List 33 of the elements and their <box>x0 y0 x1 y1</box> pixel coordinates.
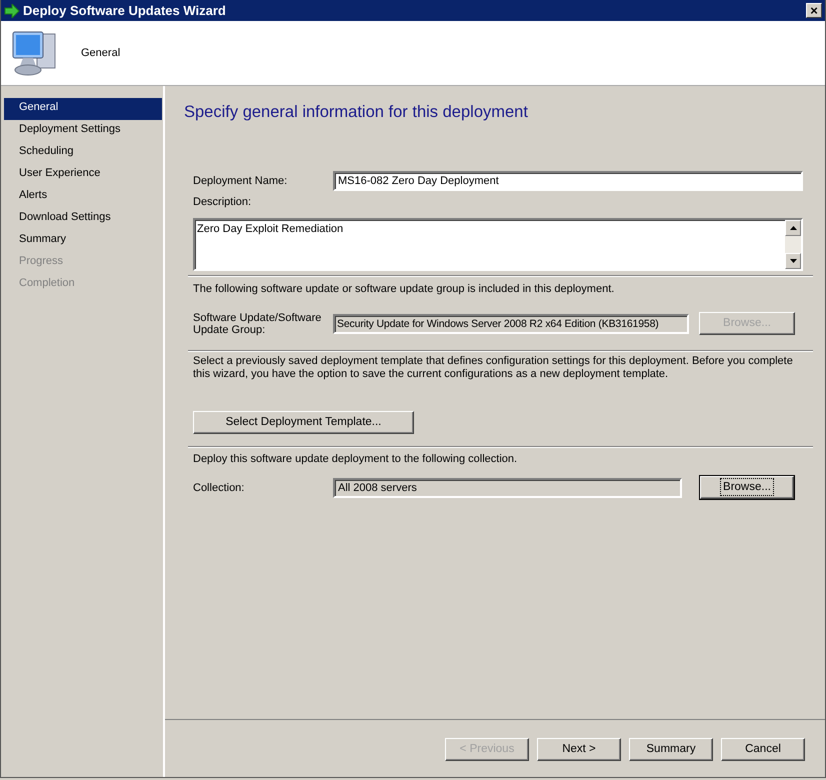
sidebar-item[interactable]: General <box>4 98 162 120</box>
close-button[interactable]: × <box>806 3 822 18</box>
note-text: Select a previously saved deployment template that defines configuration settings for this deployment. Before you complete this wizard, you have the option to save the current configurations as a new deployment template. <box>192 354 794 381</box>
field-label: Deployment Name: <box>193 174 288 188</box>
cancel-button[interactable]: Cancel <box>721 738 805 761</box>
field-label: Software Update/Software Update Group: <box>193 312 322 336</box>
read-only-field: All 2008 servers <box>333 478 682 498</box>
field-label: Collection: <box>193 480 246 496</box>
scroll-down-button[interactable] <box>785 253 801 270</box>
scrollbar[interactable] <box>785 220 801 270</box>
down-arrow-icon <box>790 259 796 264</box>
note-text: Deploy this software update deployment to the following collection. <box>192 452 518 467</box>
sidebar-item[interactable]: Download Settings <box>4 208 162 230</box>
window-title: Deploy Software Updates Wizard <box>23 2 226 20</box>
browse-button[interactable]: Browse... <box>700 476 794 500</box>
scroll-up-button[interactable] <box>785 220 801 236</box>
text-area[interactable]: Zero Day Exploit Remediation <box>193 218 803 272</box>
sidebar-item[interactable]: Deployment Settings <box>4 120 162 142</box>
next-button[interactable]: Next > <box>537 738 621 761</box>
sidebar-item[interactable]: Alerts <box>4 186 162 208</box>
select-template-button[interactable]: Select Deployment Template... <box>193 410 414 434</box>
summary-button[interactable]: Summary <box>629 738 713 761</box>
sidebar-item[interactable]: User Experience <box>4 164 162 186</box>
field-label: Description: <box>192 194 252 210</box>
note-text: The following software update or software update group is included in this deployment. <box>192 282 616 298</box>
sidebar-item[interactable]: Scheduling <box>4 142 162 164</box>
up-arrow-icon <box>790 226 796 230</box>
read-only-field: Security Update for Windows Server 2008 R2 x64 Edition (KB3161958) <box>333 314 689 334</box>
input-field[interactable]: MS16-082 Zero Day Deployment <box>333 170 803 191</box>
arrow-icon <box>4 4 20 18</box>
page-heading: Specify general information for this deployment <box>184 102 529 123</box>
sidebar-item[interactable]: Summary <box>4 230 162 252</box>
header-title: General <box>81 46 120 61</box>
